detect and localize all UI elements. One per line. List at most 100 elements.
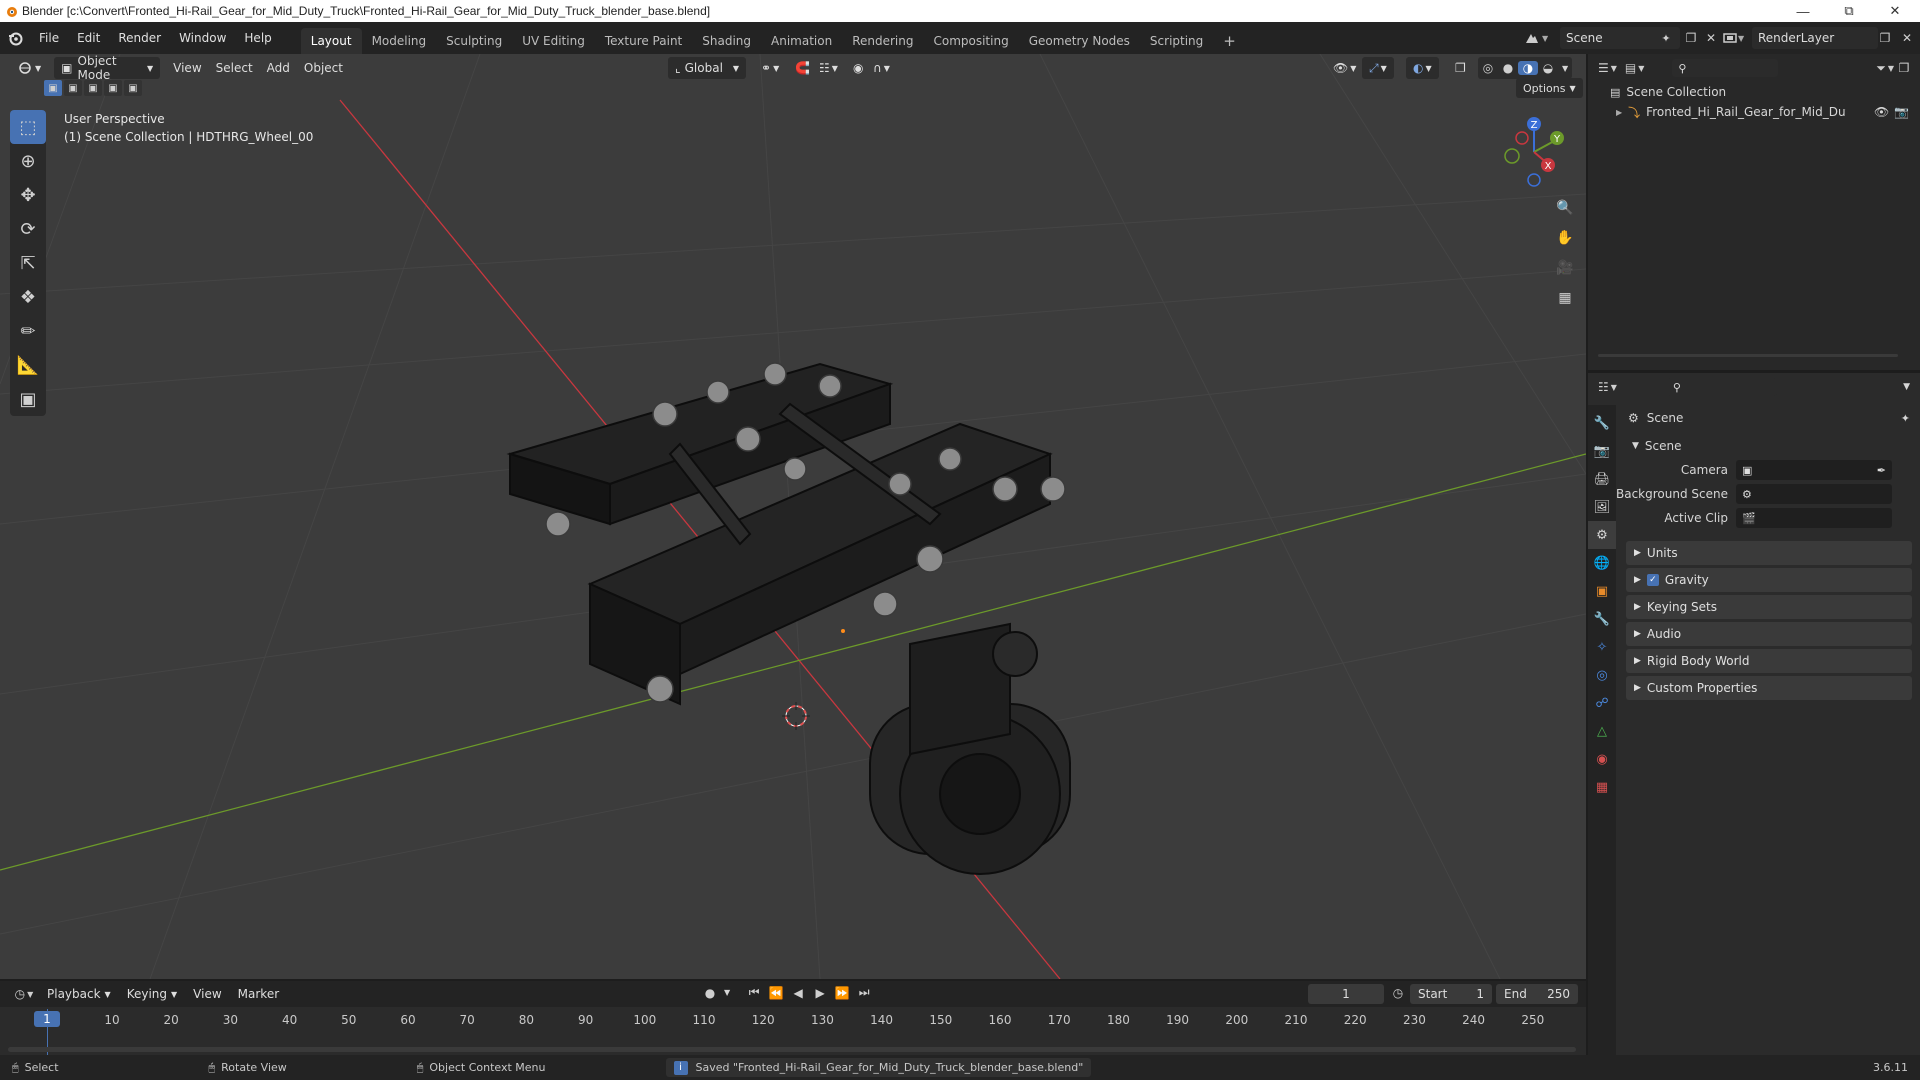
select-invert-icon[interactable]: ▣ xyxy=(104,80,122,96)
play-reverse-icon[interactable]: ◀ xyxy=(790,986,806,1000)
tab-scripting[interactable]: Scripting xyxy=(1140,28,1213,54)
hi-rail-gear-model[interactable] xyxy=(490,334,1150,894)
minimize-button[interactable]: — xyxy=(1780,0,1826,22)
pin-context-icon[interactable]: ✦ xyxy=(1901,412,1910,425)
gravity-checkbox[interactable]: ✓ xyxy=(1646,574,1659,586)
jump-keyframe-back-icon[interactable]: ⏪ xyxy=(768,986,784,1000)
new-scene-icon[interactable]: ❐ xyxy=(1680,27,1702,49)
playhead-frame-indicator[interactable]: 1 xyxy=(34,1011,60,1027)
properties-options-icon[interactable]: ▼ xyxy=(1903,382,1910,392)
tab-sculpting[interactable]: Sculpting xyxy=(436,28,512,54)
options-dropdown[interactable]: Options ▼ xyxy=(1516,78,1583,98)
filter-icon[interactable]: ⏷ ▼ xyxy=(1876,61,1894,76)
outliner-row-scene-collection[interactable]: ▤ Scene Collection xyxy=(1588,82,1920,102)
viewport-menu-select[interactable]: Select xyxy=(209,57,260,79)
scene-type-icon[interactable]: ▼ xyxy=(1524,27,1564,49)
tab-geometry-nodes[interactable]: Geometry Nodes xyxy=(1019,28,1140,54)
select-extend-icon[interactable]: ▣ xyxy=(64,80,82,96)
expand-arrow-icon[interactable]: ▶ xyxy=(1616,108,1622,117)
gizmo-toggle-icon[interactable]: ⤢ ▼ xyxy=(1362,57,1394,79)
keying-sets-panel[interactable]: ▶ Keying Sets xyxy=(1626,595,1912,619)
tab-layout[interactable]: Layout xyxy=(300,28,362,54)
move-tool-icon[interactable]: ✥ xyxy=(10,178,46,212)
constraints-tab-icon[interactable]: ☍ xyxy=(1588,689,1616,717)
close-button[interactable]: ✕ xyxy=(1872,0,1918,22)
tab-modeling[interactable]: Modeling xyxy=(362,28,437,54)
zoom-icon[interactable]: 🔍 xyxy=(1553,196,1577,220)
viewport-menu-object[interactable]: Object xyxy=(297,57,350,79)
eyedropper-icon[interactable]: ✒ xyxy=(1877,464,1886,477)
tab-animation[interactable]: Animation xyxy=(761,28,842,54)
solid-shading-icon[interactable]: ● xyxy=(1498,61,1518,75)
object-tab-icon[interactable]: ▣ xyxy=(1588,577,1616,605)
rigid-body-world-panel[interactable]: ▶ Rigid Body World xyxy=(1626,649,1912,673)
renderlayer-selector[interactable]: RenderLayer xyxy=(1752,27,1878,49)
add-workspace-button[interactable]: + xyxy=(1213,28,1246,54)
menu-render[interactable]: Render xyxy=(109,22,170,54)
outliner-editor-type-icon[interactable]: ☰ ▼ xyxy=(1598,61,1617,75)
pivot-point-icon[interactable]: ⚭ ▼ xyxy=(754,57,786,79)
delete-renderlayer-icon[interactable]: ✕ xyxy=(1896,27,1918,49)
data-tab-icon[interactable]: △ xyxy=(1588,717,1616,745)
tab-texture-paint[interactable]: Texture Paint xyxy=(595,28,692,54)
timeline-ruler[interactable]: 1102030405060708090100110120130140150160… xyxy=(0,1007,1586,1055)
properties-search-input[interactable]: ⚲ xyxy=(1666,378,1777,396)
material-tab-icon[interactable]: ◉ xyxy=(1588,745,1616,773)
start-frame-field[interactable]: Start 1 xyxy=(1410,984,1492,1004)
select-box-tool-icon[interactable]: ⬚ xyxy=(10,110,46,144)
visibility-icon[interactable]: 👁 ▼ xyxy=(1326,57,1363,79)
select-subtract-icon[interactable]: ▣ xyxy=(84,80,102,96)
timeline-menu-view[interactable]: View xyxy=(186,983,228,1005)
timeline-scrollbar[interactable] xyxy=(8,1047,1576,1052)
preview-range-icon[interactable]: ◷ xyxy=(1390,986,1406,1000)
render-visibility-icon[interactable]: 📷 xyxy=(1894,105,1909,119)
scale-tool-icon[interactable]: ⇱ xyxy=(10,246,46,280)
texture-tab-icon[interactable]: ▦ xyxy=(1588,773,1616,801)
timeline-menu-playback[interactable]: Playback ▼ xyxy=(40,983,118,1005)
new-collection-icon[interactable]: ❐ xyxy=(1894,58,1914,78)
world-tab-icon[interactable]: 🌐 xyxy=(1588,549,1616,577)
select-new-icon[interactable]: ▣ xyxy=(44,80,62,96)
overlays-toggle-icon[interactable]: ◐ ▼ xyxy=(1406,57,1439,79)
rotate-tool-icon[interactable]: ⟳ xyxy=(10,212,46,246)
tab-compositing[interactable]: Compositing xyxy=(923,28,1018,54)
auto-keying-icon[interactable]: ● xyxy=(702,986,718,1000)
transform-tool-icon[interactable]: ❖ xyxy=(10,280,46,314)
3d-viewport[interactable]: ▼ ▣ Object Mode ▼ View Select Add Object… xyxy=(0,54,1586,979)
timeline-menu-keying[interactable]: Keying ▼ xyxy=(120,983,184,1005)
display-mode-icon[interactable]: ▤ ▼ xyxy=(1625,61,1645,75)
viewport-menu-add[interactable]: Add xyxy=(260,57,297,79)
viewport-menu-view[interactable]: View xyxy=(166,57,208,79)
tab-uv-editing[interactable]: UV Editing xyxy=(512,28,595,54)
navigation-gizmo[interactable]: Z Y X xyxy=(1490,112,1570,192)
measure-tool-icon[interactable]: 📐 xyxy=(10,348,46,382)
properties-panel[interactable]: ☷ ▼ ⚲ ▼ 🔧 📷 🖨 🖼 ⚙ 🌐 ▣ 🔧 ✧ ◎ ☍ △ ◉ ▦ ⚙ Sce… xyxy=(1588,373,1920,1055)
annotate-tool-icon[interactable]: ✏ xyxy=(10,314,46,348)
snap-target-icon[interactable]: ☷ ▼ xyxy=(812,57,845,79)
editor-type-icon[interactable]: ▼ xyxy=(10,57,48,79)
new-renderlayer-icon[interactable]: ❐ xyxy=(1874,27,1896,49)
tab-shading[interactable]: Shading xyxy=(692,28,761,54)
audio-panel[interactable]: ▶ Audio xyxy=(1626,622,1912,646)
cursor-tool-icon[interactable]: ⊕ xyxy=(10,144,46,178)
hide-in-viewport-icon[interactable]: 👁 xyxy=(1874,105,1889,119)
delete-scene-icon[interactable]: ✕ xyxy=(1700,27,1722,49)
blender-menu-icon[interactable] xyxy=(0,30,30,46)
background-scene-field[interactable]: ⚙ xyxy=(1736,484,1892,504)
pin-icon[interactable]: ✦ xyxy=(1658,27,1674,49)
timeline-menu-marker[interactable]: Marker xyxy=(231,983,286,1005)
material-shading-icon[interactable]: ◑ xyxy=(1518,61,1538,75)
physics-tab-icon[interactable]: ◎ xyxy=(1588,661,1616,689)
outliner-row-object[interactable]: ▶ ⤵ Fronted_Hi_Rail_Gear_for_Mid_Duty_Tr… xyxy=(1588,102,1920,122)
current-frame-field[interactable]: 1 xyxy=(1308,984,1384,1004)
wireframe-shading-icon[interactable]: ◎ xyxy=(1478,61,1498,75)
units-panel[interactable]: ▶ Units xyxy=(1626,541,1912,565)
play-icon[interactable]: ▶ xyxy=(812,986,828,1000)
outliner-panel[interactable]: ☰ ▼ ▤ ▼ ⚲ ⏷ ▼ ❐ ▤ Scene Collection ▶ ⤵ Fron… xyxy=(1588,54,1920,370)
perspective-toggle-icon[interactable]: ▦ xyxy=(1553,286,1577,310)
outliner-scrollbar[interactable] xyxy=(1598,354,1898,357)
modifiers-tab-icon[interactable]: 🔧 xyxy=(1588,605,1616,633)
xray-toggle-icon[interactable]: ❐ xyxy=(1448,57,1473,79)
jump-start-icon[interactable]: ⏮ xyxy=(746,985,762,1000)
rendered-shading-icon[interactable]: ◒ xyxy=(1538,61,1558,75)
